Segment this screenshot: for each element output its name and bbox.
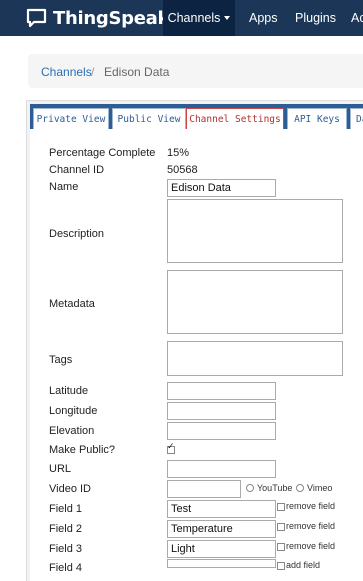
- make-public-checkbox[interactable]: [167, 442, 175, 454]
- description-label: Description: [49, 228, 105, 240]
- channel-id-value: 50568: [167, 164, 198, 176]
- name-input[interactable]: [167, 179, 276, 197]
- field4-label: Field 4: [49, 562, 83, 574]
- field2-label: Field 2: [49, 523, 83, 535]
- metadata-label: Metadata: [49, 298, 95, 310]
- brand-logo[interactable]: ThingSpeak: [26, 6, 169, 30]
- tab-api-keys[interactable]: API Keys: [287, 108, 347, 129]
- channel-id-label: Channel ID: [49, 164, 105, 176]
- tab-data-import[interactable]: Da: [350, 108, 363, 129]
- video-id-label: Video ID: [49, 483, 91, 495]
- nav-plugins[interactable]: Plugins: [295, 0, 336, 36]
- elevation-input[interactable]: [167, 422, 276, 440]
- tab-channel-settings[interactable]: Channel Settings: [186, 108, 284, 129]
- tab-public-view[interactable]: Public View: [112, 108, 186, 129]
- field3-input[interactable]: [167, 540, 276, 558]
- field1-label: Field 1: [49, 503, 83, 515]
- tab-bar: Private View Public View Channel Setting…: [30, 104, 363, 129]
- url-label: URL: [49, 463, 72, 475]
- field2-remove-checkbox[interactable]: [277, 523, 285, 531]
- tab-private-view[interactable]: Private View: [33, 108, 109, 129]
- chat-bubble-icon: [26, 8, 47, 28]
- breadcrumb-separator: /: [91, 65, 95, 79]
- breadcrumb: Channels / Edison Data: [28, 54, 363, 88]
- field2-input[interactable]: [167, 520, 276, 538]
- metadata-textarea[interactable]: [167, 270, 343, 334]
- tags-textarea[interactable]: [167, 341, 343, 376]
- field4-add-label: add field: [286, 560, 321, 570]
- field2-remove-label: remove field: [286, 521, 336, 531]
- caret-down-icon: [224, 16, 231, 20]
- latitude-input[interactable]: [167, 382, 276, 400]
- field1-input[interactable]: [167, 500, 276, 518]
- description-textarea[interactable]: [167, 199, 343, 263]
- youtube-radio[interactable]: [246, 484, 254, 492]
- field3-label: Field 3: [49, 543, 83, 555]
- nav-account[interactable]: Ac: [351, 0, 363, 36]
- tags-label: Tags: [49, 354, 73, 366]
- field4-input[interactable]: [167, 559, 276, 568]
- youtube-label: YouTube: [257, 483, 293, 493]
- field1-remove-label: remove field: [286, 501, 336, 511]
- url-input[interactable]: [167, 460, 276, 478]
- percentage-complete-value: 15%: [167, 147, 190, 159]
- field3-remove-checkbox[interactable]: [277, 543, 285, 551]
- vimeo-label: Vimeo: [307, 483, 333, 493]
- field1-remove-checkbox[interactable]: [277, 503, 285, 511]
- nav-channels[interactable]: Channels: [163, 0, 235, 36]
- elevation-label: Elevation: [49, 425, 95, 437]
- top-navbar: ThingSpeak Channels Apps Plugins Ac: [0, 0, 363, 36]
- breadcrumb-current: Edison Data: [104, 65, 170, 79]
- vimeo-radio[interactable]: [296, 484, 304, 492]
- make-public-label: Make Public?: [49, 444, 116, 456]
- nav-channels-label: Channels: [167, 11, 221, 25]
- field4-add-checkbox[interactable]: [277, 562, 285, 570]
- longitude-label: Longitude: [49, 405, 98, 417]
- brand-name: ThingSpeak: [53, 7, 170, 29]
- nav-apps[interactable]: Apps: [249, 0, 278, 36]
- breadcrumb-channels-link[interactable]: Channels: [41, 65, 92, 79]
- percentage-complete-label: Percentage Complete: [49, 147, 156, 159]
- longitude-input[interactable]: [167, 402, 276, 420]
- latitude-label: Latitude: [49, 385, 89, 397]
- field3-remove-label: remove field: [286, 541, 336, 551]
- name-label: Name: [49, 181, 79, 193]
- video-id-input[interactable]: [167, 480, 241, 498]
